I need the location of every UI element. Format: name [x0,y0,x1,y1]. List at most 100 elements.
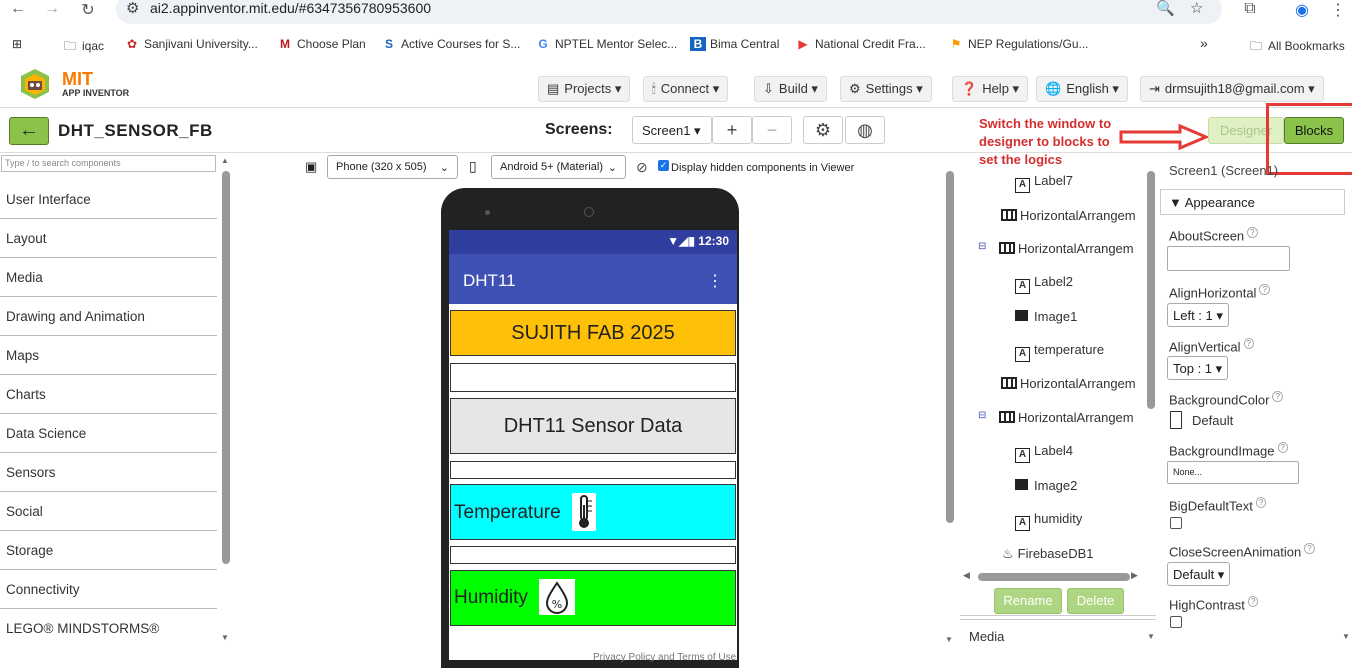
more-bookmarks[interactable]: » [1200,35,1208,51]
palette-media[interactable]: Media [0,258,217,297]
settings-menu[interactable]: ⚙ Settings ▾ [840,76,932,102]
tree-node-label2[interactable]: A Label2 [1015,274,1073,294]
zoom-icon[interactable]: 🔍 [1156,0,1175,17]
extensions-icon[interactable]: ⧉ [1238,0,1262,18]
palette-charts[interactable]: Charts [0,375,217,414]
bookmark-star-icon[interactable]: ☆ [1190,0,1203,17]
spacer-arrangement-3[interactable] [450,546,736,564]
scroll-up-icon[interactable]: ▲ [221,156,229,165]
bookmark-ncf[interactable]: ▶ National Credit Fra... [795,37,925,51]
palette-storage[interactable]: Storage [0,531,217,570]
tree-node-image1[interactable]: Image1 [1015,309,1077,324]
url-text[interactable]: ai2.appinventor.mit.edu/#634735678095360… [150,0,431,16]
back-arrow-icon[interactable]: ← [6,0,30,18]
account-menu[interactable]: ⇥ drmsujith18@gmail.com ▾ [1140,76,1324,102]
scroll-down-icon[interactable]: ▼ [945,635,953,644]
label-sensor-data[interactable]: DHT11 Sensor Data [450,398,736,454]
app-inventor-logo[interactable] [18,68,52,100]
collapse-icon[interactable]: ⊟ [978,241,986,252]
hidden-components-checkbox[interactable]: ✓ [658,160,669,171]
rename-button[interactable]: Rename [994,588,1062,614]
help-menu[interactable]: ❓ Help ▾ [952,76,1029,102]
add-screen-button[interactable]: + [712,116,752,144]
preview-button[interactable]: ◍ [845,116,885,144]
scroll-down-icon[interactable]: ▼ [1342,632,1350,641]
component-search-input[interactable]: Type / to search components [1,155,216,172]
background-image-picker[interactable]: None... [1167,461,1299,484]
scroll-left-icon[interactable]: ◀ [963,570,970,581]
projects-menu[interactable]: ▤ Projects ▾ [538,76,631,102]
overflow-menu-icon[interactable]: ⋮ [707,271,723,291]
gear-icon: ⚙ [849,81,861,96]
delete-button[interactable]: Delete [1067,588,1124,614]
palette-data-science[interactable]: Data Science [0,414,217,453]
palette-social[interactable]: Social [0,492,217,531]
align-horizontal-select[interactable]: Left : 1 ▾ [1167,303,1229,327]
tree-node-temperature[interactable]: Atemperature [1015,342,1104,362]
profile-icon[interactable]: ◉ [1290,0,1314,20]
palette-lego[interactable]: LEGO® MINDSTORMS® [0,609,217,648]
device-size-select[interactable]: Phone (320 x 505) ⌄ [327,155,458,179]
big-default-text-checkbox[interactable] [1170,517,1182,529]
back-to-projects-button[interactable]: ← [9,117,49,145]
forward-arrow-icon[interactable]: → [40,0,64,18]
background-color-swatch[interactable] [1170,411,1182,429]
bookmark-sanjivani[interactable]: ✿ Sanjivani University... [124,37,258,51]
site-info-icon[interactable]: ⚙ [126,0,139,17]
tree-node-label4[interactable]: A Label4 [1015,443,1073,463]
scroll-down-icon[interactable]: ▼ [221,633,229,642]
about-screen-textarea[interactable] [1167,246,1290,271]
bookmark-iqac[interactable]: 🗀 iqac [62,37,104,58]
language-menu[interactable]: 🌐 English ▾ [1036,76,1128,102]
tree-node-image2[interactable]: Image2 [1015,478,1077,493]
palette-maps[interactable]: Maps [0,336,217,375]
palette-layout[interactable]: Layout [0,219,217,258]
bookmark-active-courses[interactable]: S Active Courses for S... [381,37,520,51]
tree-node-humidity[interactable]: Ahumidity [1015,511,1082,531]
tree-node-label7[interactable]: A Label7 [1015,173,1073,193]
high-contrast-checkbox[interactable] [1170,616,1182,628]
align-vertical-select[interactable]: Top : 1 ▾ [1167,356,1229,380]
tree-node-horizontal-2[interactable]: HorizontalArrangem [999,241,1134,256]
tree-node-firebasedb1[interactable]: ♨ FirebaseDB1 [1002,546,1094,562]
palette-user-interface[interactable]: User Interface [0,180,217,219]
humidity-arrangement[interactable]: Humidity % [450,570,736,626]
close-screen-animation-select[interactable]: Default ▾ [1167,562,1231,586]
browser-menu-icon[interactable]: ⋮ [1326,0,1350,20]
scroll-right-icon[interactable]: ▶ [1131,570,1138,581]
background-color-value[interactable]: Default [1192,413,1233,428]
collapse-icon[interactable]: ⊟ [978,410,986,421]
remove-screen-button[interactable]: − [752,116,792,144]
tree-node-horizontal-3[interactable]: HorizontalArrangem [1001,376,1136,391]
viewer-scrollbar[interactable] [946,171,954,523]
tree-horizontal-scrollbar[interactable] [978,573,1130,581]
bookmark-nptel[interactable]: G NPTEL Mentor Selec... [535,37,677,51]
tree-node-horizontal-4[interactable]: HorizontalArrangem [999,410,1134,425]
apps-grid-icon[interactable]: ⊞ [12,37,22,51]
appearance-section[interactable]: ▼ Appearance [1160,189,1345,215]
connect-menu[interactable]: 🕯 Connect ▾ [643,76,729,102]
reload-icon[interactable]: ↻ [76,0,100,20]
palette-scrollbar[interactable] [222,171,230,564]
tree-node-horizontal-1[interactable]: HorizontalArrangem [1001,208,1136,223]
screen-selector[interactable]: Screen1 ▾ [632,116,712,144]
palette-connectivity[interactable]: Connectivity [0,570,217,609]
address-bar[interactable]: ⚙ ai2.appinventor.mit.edu/#6347356780953… [116,0,1222,24]
bookmark-nep[interactable]: ⚑ NEP Regulations/Gu... [948,37,1089,51]
spacer-arrangement-1[interactable] [450,363,736,392]
theme-select[interactable]: Android 5+ (Material) ⌄ [491,155,626,179]
tree-scrollbar[interactable] [1147,171,1155,409]
all-bookmarks[interactable]: 🗀 All Bookmarks [1248,37,1345,58]
label-icon: A [1015,347,1030,362]
bookmark-choose-plan[interactable]: M Choose Plan [277,37,366,51]
scroll-down-icon[interactable]: ▼ [1147,632,1155,641]
label-title[interactable]: SUJITH FAB 2025 [450,310,736,356]
palette-drawing-animation[interactable]: Drawing and Animation [0,297,217,336]
spacer-arrangement-2[interactable] [450,461,736,479]
bookmark-bima[interactable]: B Bima Central [690,37,779,51]
media-section-header[interactable]: Media [969,629,1004,644]
project-properties-button[interactable]: ⚙ [803,116,843,144]
build-menu[interactable]: ⇩ Build ▾ [754,76,827,102]
temperature-arrangement[interactable]: Temperature [450,484,736,540]
palette-sensors[interactable]: Sensors [0,453,217,492]
